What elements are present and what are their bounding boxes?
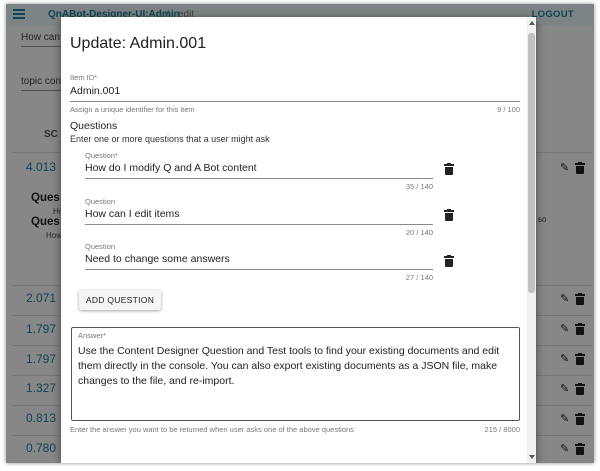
add-question-button[interactable]: ADD QUESTION [79, 290, 161, 310]
delete-question-3-trash-icon[interactable] [444, 255, 454, 267]
dialog-title: Update: Admin.001 [70, 35, 207, 52]
answer-label: Answer* [78, 331, 106, 340]
item-id-counter: 9 / 100 [497, 105, 520, 114]
dialog-scrollbar[interactable] [527, 17, 536, 463]
questions-heading: Questions [70, 120, 118, 132]
item-id-field[interactable]: Admin.001 [70, 85, 120, 97]
answer-counter: 215 / 8000 [484, 425, 520, 434]
app-window: QnABot-Designer-UI:Admin / edit LOGOUT H… [6, 4, 594, 463]
question-underline [85, 224, 433, 225]
scroll-up-arrow-icon[interactable] [529, 21, 535, 25]
question-counter: 20 / 140 [405, 228, 433, 237]
question-counter: 27 / 140 [405, 273, 433, 282]
item-id-underline [70, 101, 520, 102]
update-item-dialog: Update: Admin.001 Item ID* Admin.001 Ass… [61, 17, 536, 463]
question-underline [85, 178, 433, 179]
answer-text[interactable]: Use the Content Designer Question and Te… [78, 344, 510, 389]
question-label: Question [85, 197, 116, 206]
question-label: Question* [85, 151, 118, 160]
question-label: Question [85, 242, 116, 251]
answer-hint: Enter the answer you want to be returned… [70, 425, 354, 434]
screenshot-frame: QnABot-Designer-UI:Admin / edit LOGOUT H… [0, 0, 600, 471]
item-id-hint: Assign a unique identifier for this item [70, 105, 195, 114]
question-counter: 35 / 140 [405, 182, 433, 191]
questions-subheading: Enter one or more questions that a user … [70, 134, 270, 144]
item-id-label: Item ID* [70, 73, 98, 82]
scroll-down-arrow-icon[interactable] [529, 455, 535, 459]
delete-question-1-trash-icon[interactable] [444, 163, 454, 175]
question-field-1[interactable]: How do I modify Q and A Bot content [85, 162, 257, 174]
scrollbar-thumb[interactable] [528, 33, 535, 293]
question-field-2[interactable]: How can I edit items [85, 208, 180, 220]
question-underline [85, 269, 433, 270]
question-field-3[interactable]: Need to change some answers [85, 253, 230, 265]
delete-question-2-trash-icon[interactable] [444, 209, 454, 221]
